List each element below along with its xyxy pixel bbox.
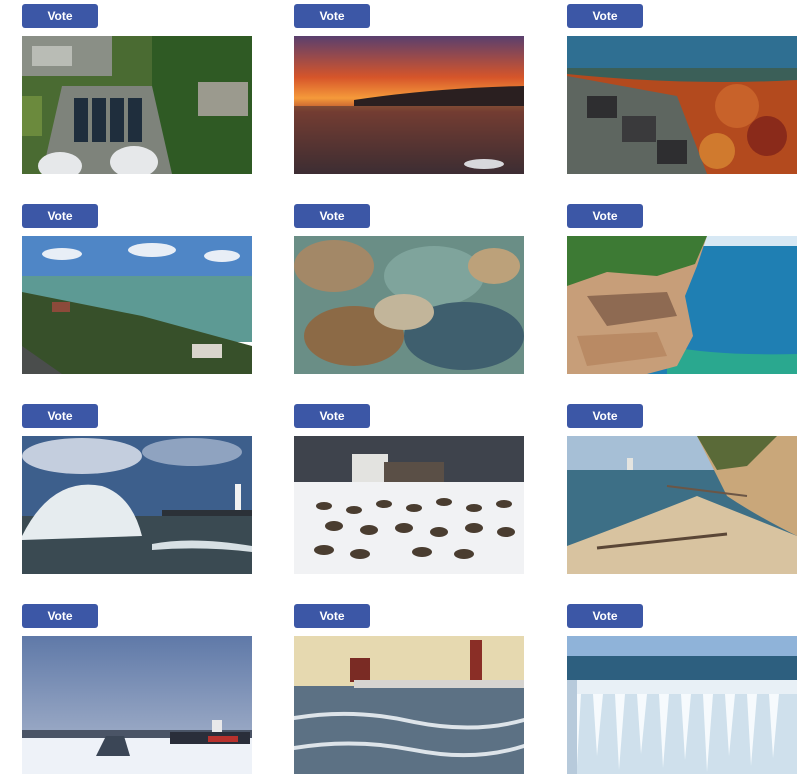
- lighthouse-pier-winter-photo[interactable]: [294, 636, 524, 774]
- underwater-rocks-photo[interactable]: [294, 236, 524, 374]
- photo-card: Vote: [22, 604, 254, 776]
- vote-button[interactable]: Vote: [567, 4, 643, 28]
- photo-card: Vote: [22, 4, 254, 176]
- ice-covered-railing-photo[interactable]: [567, 636, 797, 774]
- aerial-autumn-shoreline-photo[interactable]: [567, 36, 797, 174]
- photo-card: Vote: [567, 604, 799, 776]
- photo-card: Vote: [294, 604, 526, 776]
- vote-button[interactable]: Vote: [294, 204, 370, 228]
- vote-button[interactable]: Vote: [294, 604, 370, 628]
- sunset-over-lake-photo[interactable]: [294, 36, 524, 174]
- vote-button[interactable]: Vote: [294, 4, 370, 28]
- cliff-turquoise-water-photo[interactable]: [567, 236, 797, 374]
- photo-card: Vote: [22, 404, 254, 576]
- vote-button[interactable]: Vote: [22, 404, 98, 428]
- vote-button[interactable]: Vote: [294, 404, 370, 428]
- photo-card: Vote: [294, 404, 526, 576]
- photo-gallery: Vote Vote Vote Vote Vote Vote Vote Vote …: [0, 0, 804, 776]
- photo-card: Vote: [567, 4, 799, 176]
- aerial-lakeshore-town-photo[interactable]: [22, 236, 252, 374]
- ducks-on-snow-photo[interactable]: [294, 436, 524, 574]
- vote-button[interactable]: Vote: [22, 204, 98, 228]
- photo-card: Vote: [567, 404, 799, 576]
- beach-driftwood-dunes-photo[interactable]: [567, 436, 797, 574]
- aerial-water-treatment-plant-photo[interactable]: [22, 36, 252, 174]
- photo-card: Vote: [294, 4, 526, 176]
- photo-card: Vote: [22, 204, 254, 376]
- photo-card: Vote: [567, 204, 799, 376]
- vote-button[interactable]: Vote: [22, 604, 98, 628]
- ice-fishing-shanty-photo[interactable]: [22, 636, 252, 774]
- vote-button[interactable]: Vote: [567, 204, 643, 228]
- vote-button[interactable]: Vote: [567, 604, 643, 628]
- photo-card: Vote: [294, 204, 526, 376]
- crashing-wave-lighthouse-photo[interactable]: [22, 436, 252, 574]
- vote-button[interactable]: Vote: [567, 404, 643, 428]
- vote-button[interactable]: Vote: [22, 4, 98, 28]
